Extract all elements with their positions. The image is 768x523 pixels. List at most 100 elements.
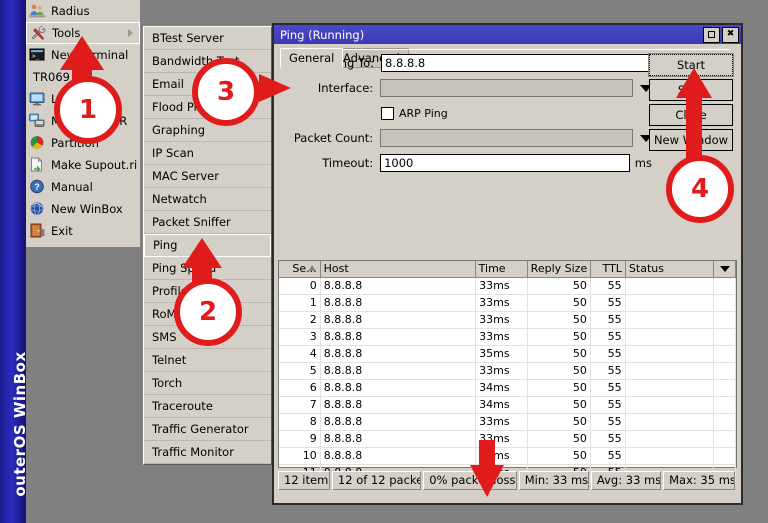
table-row[interactable]: 7 8.8.8.8 34ms 50 55 [279, 397, 736, 414]
exit-door-icon [29, 223, 46, 239]
document-icon [29, 157, 46, 173]
table-row[interactable]: 5 8.8.8.8 33ms 50 55 [279, 363, 736, 380]
cell-spacer [714, 431, 736, 447]
table-row[interactable]: 4 8.8.8.8 35ms 50 55 [279, 346, 736, 363]
interface-select[interactable] [380, 79, 633, 97]
monitor-icon [29, 91, 46, 107]
ping-window-titlebar[interactable]: Ping (Running) ✖ [274, 25, 741, 44]
timeout-input[interactable]: 1000 [380, 154, 630, 172]
submenu-item-romon[interactable]: RoMON [144, 303, 271, 326]
cell-spacer [714, 329, 736, 345]
stop-button[interactable]: Stop [649, 79, 733, 101]
main-menu-item-label: Make Supout.rif [51, 158, 137, 172]
close-icon[interactable]: ✖ [722, 26, 739, 43]
packet-count-label: Packet Count: [293, 131, 374, 145]
submenu-item-netwatch[interactable]: Netwatch [144, 188, 271, 211]
new-window-button[interactable]: New Window [649, 129, 733, 151]
ping-to-input[interactable]: 8.8.8.8 [381, 54, 652, 72]
cell-status [626, 380, 715, 396]
submenu-item-btest-server[interactable]: BTest Server [144, 27, 271, 50]
column-header-ttl[interactable]: TTL [591, 261, 626, 277]
ping-window: Ping (Running) ✖ General Advanced Ping To… [272, 23, 743, 505]
interface-row: Interface: [280, 79, 652, 97]
column-header-reply-size[interactable]: Reply Size [527, 261, 592, 277]
submenu-item-profile[interactable]: Profile [144, 280, 271, 303]
main-menu-item-tools[interactable]: Tools [26, 22, 140, 44]
column-header-label: Reply Size [530, 262, 588, 275]
cell-time: 33ms [476, 295, 529, 311]
table-row[interactable]: 10 8.8.8.8 34ms 50 55 [279, 448, 736, 465]
cell-seq: 10 [279, 448, 321, 464]
cell-ttl: 55 [591, 278, 626, 294]
maximize-icon[interactable] [703, 26, 720, 43]
submenu-item-flood-ping[interactable]: Flood Ping [144, 96, 271, 119]
main-menu-item-tr069[interactable]: TR069 [26, 66, 140, 88]
tab-underline [280, 49, 731, 50]
column-header-host[interactable]: Host [320, 261, 476, 277]
submenu-item-graphing[interactable]: Graphing [144, 119, 271, 142]
status-max-time: Max: 35 ms [663, 471, 735, 490]
cell-ttl: 55 [591, 380, 626, 396]
main-menu-item-label: Manual [51, 180, 93, 194]
cell-spacer [714, 363, 736, 379]
cell-ttl: 55 [591, 397, 626, 413]
submenu-item-ping-speed[interactable]: Ping Speed [144, 257, 271, 280]
submenu-item-sms[interactable]: SMS [144, 326, 271, 349]
submenu-item-ping[interactable]: Ping [144, 234, 271, 257]
main-menu-item-metarouter[interactable]: MetaROUTER [26, 110, 140, 132]
tab-general[interactable]: General [280, 48, 344, 68]
main-menu-item-radius[interactable]: Radius [26, 0, 140, 22]
submenu-item-ip-scan[interactable]: IP Scan [144, 142, 271, 165]
status-avg-time: Avg: 33 ms [590, 471, 662, 490]
column-header-status[interactable]: Status [625, 261, 715, 277]
submenu-item-traceroute[interactable]: Traceroute [144, 395, 271, 418]
submenu-item-mac-server[interactable]: MAC Server [144, 165, 271, 188]
users-icon [29, 3, 46, 19]
chevron-down-icon [719, 266, 730, 272]
submenu-item-bandwidth-test[interactable]: Bandwidth Test [144, 50, 271, 73]
cell-time: 33ms [476, 329, 529, 345]
ping-general-form: Ping To: 8.8.8.8 Interface: ARP Ping Pac… [280, 54, 652, 184]
submenu-item-packet-sniffer[interactable]: Packet Sniffer [144, 211, 271, 234]
partition-icon [29, 135, 46, 151]
packet-count-select[interactable] [380, 129, 633, 147]
table-row[interactable]: 6 8.8.8.8 34ms 50 55 [279, 380, 736, 397]
metarouter-icon [29, 113, 46, 129]
cell-host: 8.8.8.8 [321, 329, 477, 345]
submenu-item-traffic-monitor[interactable]: Traffic Monitor [144, 441, 271, 464]
table-row[interactable]: 0 8.8.8.8 33ms 50 55 [279, 278, 736, 295]
column-header-se[interactable]: Se... [279, 261, 321, 277]
submenu-item-email[interactable]: Email [144, 73, 271, 96]
table-row[interactable]: 9 8.8.8.8 33ms 50 55 [279, 431, 736, 448]
main-menu-item-new-winbox[interactable]: New WinBox [26, 198, 140, 220]
terminal-icon: >_ [29, 47, 46, 63]
cell-time: 33ms [476, 278, 529, 294]
submenu-item-traffic-generator[interactable]: Traffic Generator [144, 418, 271, 441]
column-chooser-button[interactable] [714, 261, 737, 277]
cell-status [626, 397, 715, 413]
main-menu-item-exit[interactable]: Exit [26, 220, 140, 242]
status-packet-loss: 0% packet loss [423, 471, 517, 490]
arp-ping-checkbox[interactable] [381, 106, 394, 120]
table-row[interactable]: 1 8.8.8.8 33ms 50 55 [279, 295, 736, 312]
close-button[interactable]: Close [649, 104, 733, 126]
main-menu-item-manual[interactable]: ? Manual [26, 176, 140, 198]
main-menu-item-make-supout-rif[interactable]: Make Supout.rif [26, 154, 140, 176]
main-menu-item-partition[interactable]: Partition [26, 132, 140, 154]
main-menu-item-label: MetaROUTER [51, 114, 128, 128]
cell-host: 8.8.8.8 [321, 346, 477, 362]
table-row[interactable]: 3 8.8.8.8 33ms 50 55 [279, 329, 736, 346]
table-row[interactable]: 8 8.8.8.8 33ms 50 55 [279, 414, 736, 431]
table-row[interactable]: 2 8.8.8.8 33ms 50 55 [279, 312, 736, 329]
start-button[interactable]: Start [648, 53, 734, 77]
submenu-item-torch[interactable]: Torch [144, 372, 271, 395]
main-menu-item-new-terminal[interactable]: >_ New Terminal [26, 44, 140, 66]
cell-seq: 0 [279, 278, 321, 294]
submenu-item-telnet[interactable]: Telnet [144, 349, 271, 372]
cell-host: 8.8.8.8 [321, 448, 477, 464]
cell-seq: 1 [279, 295, 321, 311]
column-header-time[interactable]: Time [475, 261, 528, 277]
main-menu-item-lcd[interactable]: LCD [26, 88, 140, 110]
cell-seq: 9 [279, 431, 321, 447]
cell-status [626, 312, 715, 328]
